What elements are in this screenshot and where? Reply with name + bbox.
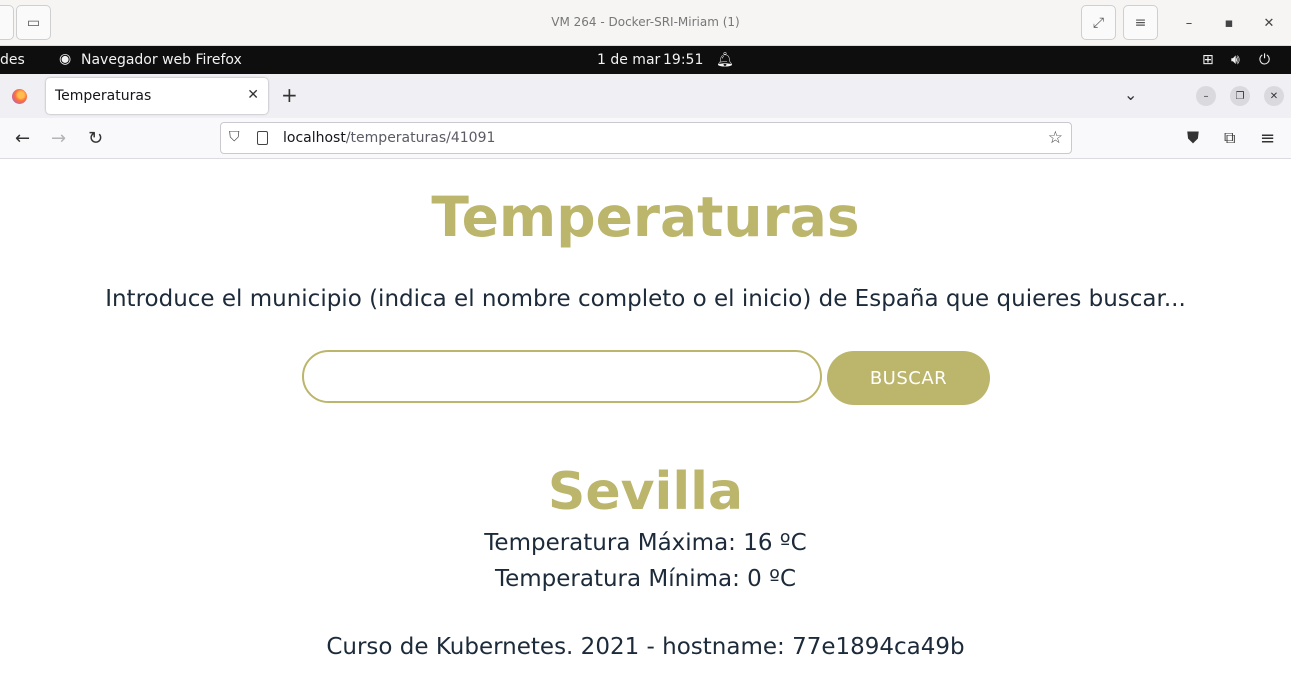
- clock-time[interactable]: 19:51: [663, 52, 703, 68]
- url-host: localhost: [283, 130, 346, 146]
- maximize-icon: ▪: [1224, 15, 1234, 31]
- page-title: Temperaturas: [431, 185, 860, 249]
- vm-minimize-button[interactable]: –: [1179, 13, 1199, 33]
- bell-icon[interactable]: 🔔︎: [716, 52, 734, 68]
- vm-close-button[interactable]: ✕: [1259, 13, 1279, 33]
- browser-close-button[interactable]: ✕: [1264, 86, 1284, 106]
- list-tabs-chevron-icon[interactable]: ⌄: [1124, 85, 1137, 104]
- app-menu-icon[interactable]: ≡: [1260, 128, 1275, 149]
- app-menu[interactable]: Navegador web Firefox: [81, 52, 242, 68]
- search-button[interactable]: BUSCAR: [827, 351, 990, 405]
- browser-restore-button[interactable]: ❐: [1230, 86, 1250, 106]
- close-icon: ✕: [1263, 15, 1275, 31]
- search-prompt: Introduce el municipio (indica el nombre…: [105, 286, 1186, 312]
- firefox-view-icon[interactable]: [12, 89, 27, 104]
- power-icon[interactable]: ⏻: [1259, 52, 1270, 68]
- back-arrow-icon[interactable]: ←: [15, 128, 30, 149]
- max-temperature: Temperatura Máxima: 16 ºC: [484, 530, 807, 556]
- hamburger-menu-icon: ≡: [1134, 14, 1147, 31]
- url-text[interactable]: localhost/temperaturas/41091: [283, 130, 495, 146]
- url-bar[interactable]: ⛉ localhost/temperaturas/41091 ☆: [220, 122, 1072, 154]
- tab-label: Temperaturas: [55, 88, 152, 104]
- page-footer: Curso de Kubernetes. 2021 - hostname: 77…: [326, 634, 965, 660]
- min-temperature: Temperatura Mínima: 0 ºC: [494, 566, 797, 592]
- tracking-shield-icon[interactable]: ⛉: [229, 129, 240, 145]
- city-name: Sevilla: [547, 462, 744, 522]
- reload-icon[interactable]: ↻: [88, 128, 103, 149]
- vm-title-bar: ▭ VM 264 - Docker-SRI-Miriam (1) ⤢ ≡ – ▪…: [0, 0, 1291, 46]
- network-icon[interactable]: ⊞: [1202, 52, 1214, 68]
- bookmark-star-icon[interactable]: ☆: [1048, 128, 1063, 148]
- extensions-icon[interactable]: ⧉: [1224, 128, 1235, 148]
- tab-temperaturas[interactable]: Temperaturas ✕: [46, 78, 268, 114]
- activities-button[interactable]: des: [0, 52, 25, 68]
- navigation-toolbar: ← → ↻ ⛉ localhost/temperaturas/41091 ☆ ⛊…: [0, 118, 1291, 159]
- page-info-icon[interactable]: [257, 131, 268, 145]
- new-tab-icon[interactable]: +: [281, 83, 298, 107]
- minimize-icon: –: [1185, 15, 1193, 31]
- pocket-icon[interactable]: ⛊: [1187, 128, 1199, 148]
- fullscreen-icon: ⤢: [1092, 14, 1105, 31]
- close-tab-icon[interactable]: ✕: [247, 87, 259, 103]
- forward-arrow-icon[interactable]: →: [51, 128, 66, 149]
- browser-minimize-button[interactable]: –: [1196, 86, 1216, 106]
- firefox-app-icon: ◉: [59, 51, 72, 67]
- clock-date[interactable]: 1 de mar: [597, 52, 660, 68]
- vm-maximize-button[interactable]: ▪: [1219, 13, 1239, 33]
- vm-menu-button[interactable]: ≡: [1123, 5, 1158, 40]
- municipality-search-input[interactable]: [302, 350, 822, 403]
- gnome-top-bar: des ◉ Navegador web Firefox 1 de mar 19:…: [0, 46, 1291, 74]
- url-path: /temperaturas/41091: [345, 130, 496, 146]
- volume-icon[interactable]: 🔊︎: [1231, 52, 1240, 68]
- tab-strip: Temperaturas ✕ + ⌄ – ❐ ✕: [0, 74, 1291, 118]
- vm-fullscreen-button[interactable]: ⤢: [1081, 5, 1116, 40]
